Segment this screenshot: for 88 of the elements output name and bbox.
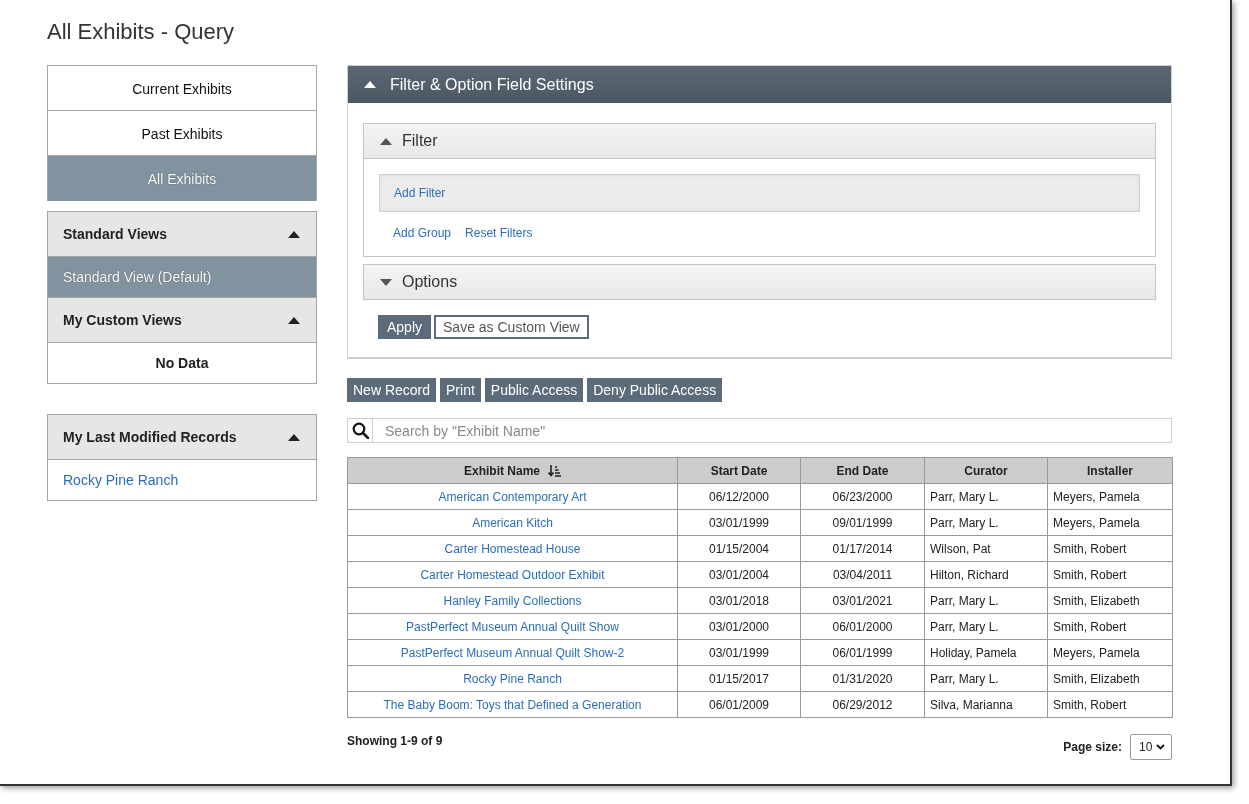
expand-triangle-icon[interactable] xyxy=(380,278,392,286)
exhibit-link[interactable]: American Kitch xyxy=(472,515,553,530)
options-header[interactable]: Options xyxy=(364,265,1155,299)
toolbar-button[interactable]: Public Access xyxy=(484,378,584,402)
column-header[interactable]: Curator xyxy=(924,457,1048,484)
section-header[interactable]: Standard Views xyxy=(48,212,316,256)
table-cell: 03/04/2011 xyxy=(800,561,925,588)
table-cell: 06/23/2000 xyxy=(800,483,925,510)
record-count-text: Showing 1-9 of 9 xyxy=(347,734,443,748)
table-cell: Parr, Mary L. xyxy=(924,509,1048,536)
column-title: Curator xyxy=(964,463,1008,478)
add-filter-link[interactable]: Add Filter xyxy=(394,186,446,200)
exhibit-link[interactable]: Rocky Pine Ranch xyxy=(463,671,562,686)
column-header[interactable]: Exhibit Name xyxy=(347,457,678,484)
table-cell: Hilton, Richard xyxy=(924,561,1048,588)
section-header[interactable]: My Custom Views xyxy=(48,297,316,342)
column-title: Installer xyxy=(1087,463,1133,478)
table-cell: Smith, Robert xyxy=(1047,535,1173,562)
caret-icon[interactable] xyxy=(1156,744,1165,750)
save-view-button[interactable]: Save as Custom View xyxy=(434,315,589,339)
table-cell: 06/01/2000 xyxy=(800,613,925,640)
section-title: My Last Modified Records xyxy=(63,429,237,445)
filter-link[interactable]: Add Group xyxy=(393,226,452,240)
table-cell: 06/12/2000 xyxy=(677,483,801,510)
apply-button[interactable]: Apply xyxy=(378,315,432,339)
exhibit-tab[interactable]: All Exhibits xyxy=(48,155,316,201)
table-cell: 06/01/2009 xyxy=(677,691,801,718)
section-header[interactable]: My Last Modified Records xyxy=(48,415,316,459)
filter-link[interactable]: Reset Filters xyxy=(465,226,533,240)
options-title: Options xyxy=(402,273,458,291)
table-cell: 06/01/1999 xyxy=(800,639,925,666)
table-cell: Holiday, Pamela xyxy=(924,639,1048,666)
page-size-label: Page size: xyxy=(1063,740,1122,754)
table-cell: 03/01/1999 xyxy=(677,639,801,666)
column-title: Start Date xyxy=(710,463,768,478)
table-cell: Smith, Elizabeth xyxy=(1047,587,1173,614)
collapse-triangle-icon[interactable] xyxy=(364,81,376,88)
record-link[interactable]: Rocky Pine Ranch xyxy=(63,472,179,488)
section-title: My Custom Views xyxy=(63,312,182,328)
table-cell: Parr, Mary L. xyxy=(924,613,1048,640)
section-title: Standard Views xyxy=(63,226,167,242)
search-icon[interactable] xyxy=(351,422,369,439)
table-cell: Parr, Mary L. xyxy=(924,483,1048,510)
table-cell: 01/15/2017 xyxy=(677,665,801,692)
toolbar-button[interactable]: Print xyxy=(440,378,481,402)
page-size-select[interactable]: 10 xyxy=(1130,734,1172,760)
table-cell: Silva, Marianna xyxy=(924,691,1048,718)
table-cell: Wilson, Pat xyxy=(924,535,1048,562)
table-cell: 03/01/2004 xyxy=(677,561,801,588)
page-title: All Exhibits - Query xyxy=(47,18,236,46)
table-cell: 03/01/2018 xyxy=(677,587,801,614)
column-header[interactable]: Start Date xyxy=(677,457,801,484)
table-cell: Smith, Robert xyxy=(1047,613,1173,640)
table-cell: Smith, Robert xyxy=(1047,561,1173,588)
table-cell: Parr, Mary L. xyxy=(924,665,1048,692)
column-title: Exhibit Name xyxy=(464,463,540,478)
column-header[interactable]: End Date xyxy=(800,457,925,484)
table-cell: 03/01/1999 xyxy=(677,509,801,536)
table-cell: Parr, Mary L. xyxy=(924,587,1048,614)
toolbar-button[interactable]: Deny Public Access xyxy=(587,378,723,402)
table-cell: Smith, Elizabeth xyxy=(1047,665,1173,692)
panel-header[interactable]: Filter & Option Field Settings xyxy=(348,66,1171,103)
table-cell: Meyers, Pamela xyxy=(1047,639,1173,666)
filter-title: Filter xyxy=(402,132,438,150)
table-cell: 09/01/1999 xyxy=(800,509,925,536)
table-cell: 01/17/2014 xyxy=(800,535,925,562)
column-title: End Date xyxy=(836,463,889,478)
collapse-triangle-icon[interactable] xyxy=(380,137,392,145)
collapse-triangle-icon[interactable] xyxy=(288,316,300,324)
sort-icon[interactable] xyxy=(548,464,561,477)
toolbar-button[interactable]: New Record xyxy=(347,378,437,402)
panel-title: Filter & Option Field Settings xyxy=(390,75,594,94)
table-cell: 03/01/2021 xyxy=(800,587,925,614)
collapse-triangle-icon[interactable] xyxy=(288,230,300,238)
table-cell: 01/15/2004 xyxy=(677,535,801,562)
collapse-triangle-icon[interactable] xyxy=(288,433,300,441)
no-data-text: No Data xyxy=(48,342,316,383)
table-cell: Meyers, Pamela xyxy=(1047,483,1173,510)
table-cell: 06/29/2012 xyxy=(800,691,925,718)
table-cell: Meyers, Pamela xyxy=(1047,509,1173,536)
filter-header[interactable]: Filter xyxy=(364,124,1155,159)
exhibit-tab[interactable]: Current Exhibits xyxy=(48,66,316,111)
table-cell: 03/01/2000 xyxy=(677,613,801,640)
view-item[interactable]: Standard View (Default) xyxy=(48,256,316,297)
table-cell: 01/31/2020 xyxy=(800,665,925,692)
table-cell: Smith, Robert xyxy=(1047,691,1173,718)
search-field[interactable]: Search by "Exhibit Name" xyxy=(373,418,1172,443)
column-header[interactable]: Installer xyxy=(1047,457,1173,484)
